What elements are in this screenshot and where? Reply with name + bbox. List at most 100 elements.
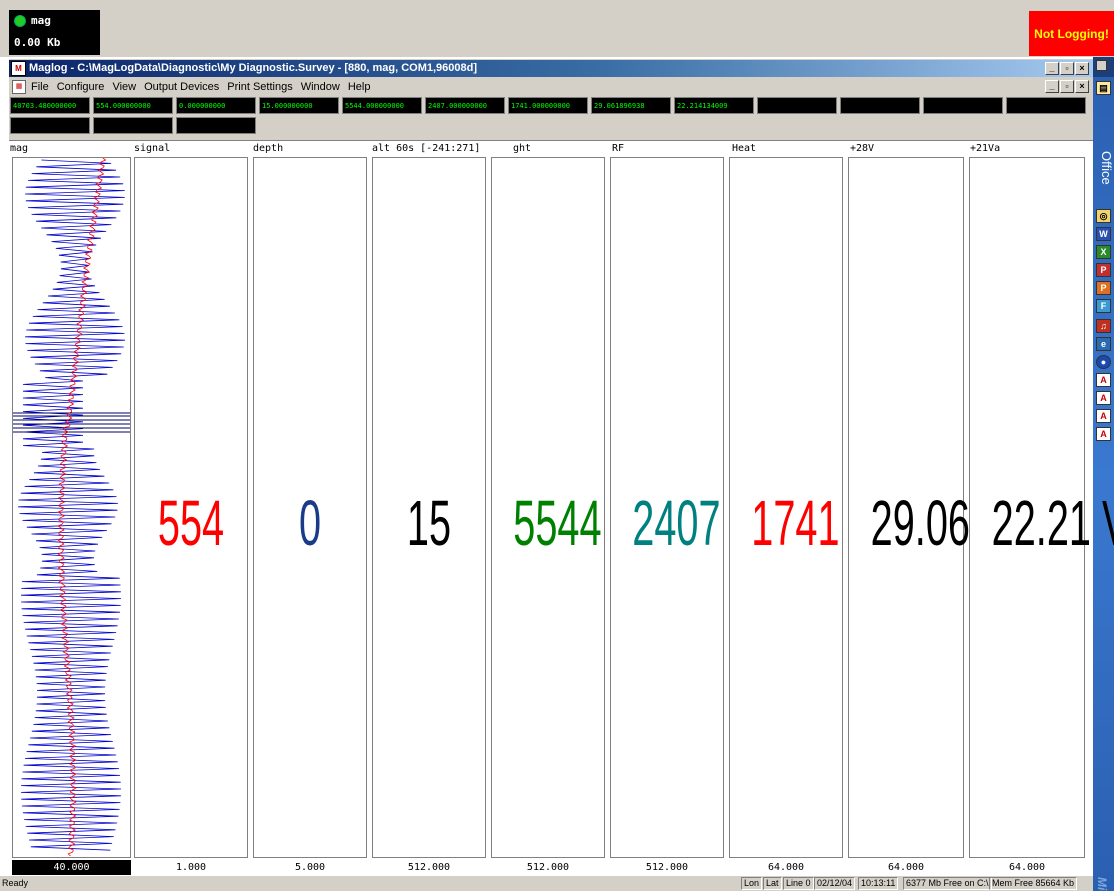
media-icon[interactable]: ♫ <box>1096 319 1111 333</box>
child-minimize-button[interactable]: _ <box>1045 80 1059 93</box>
readout-ght: 5544.000000000 <box>342 97 422 114</box>
chart-area: mag signal depth alt 60s [-241:271] ght … <box>9 140 1114 891</box>
ght-value: 5544 <box>513 487 602 559</box>
readout-empty <box>10 117 90 134</box>
rf-value: 2407 <box>632 487 721 559</box>
status-lat: Lat <box>763 877 782 890</box>
globe-icon[interactable]: ● <box>1096 355 1111 369</box>
track-label-heat: Heat <box>732 143 757 154</box>
alt-value: 15 <box>406 487 452 559</box>
window-title: Maglog - C:\MagLogData\Diagnostic\My Dia… <box>29 62 478 74</box>
signal-panel: 554 <box>134 157 248 858</box>
powerpoint-icon[interactable]: P <box>1096 263 1111 277</box>
acrobat-icon[interactable]: A <box>1096 373 1111 387</box>
ght-panel: 5544 <box>491 157 605 858</box>
status-mem-free: Mem Free 85664 Kb <box>989 877 1078 890</box>
track-label-ght: ght <box>513 143 532 154</box>
mag-scale: 40.000 <box>12 860 131 875</box>
minimize-button[interactable]: _ <box>1045 62 1059 75</box>
readout-28v: 29.061896938 <box>591 97 671 114</box>
depth-scale: 5.000 <box>294 862 326 873</box>
menu-output-devices[interactable]: Output Devices <box>144 81 219 93</box>
screen: mag 0.00 Kb Not Logging! ▤ Office ◎ W X … <box>0 0 1114 891</box>
frontpage-icon[interactable]: F <box>1096 299 1111 313</box>
menu-print-settings[interactable]: Print Settings <box>227 81 292 93</box>
outlook-icon[interactable]: ◎ <box>1096 209 1111 223</box>
logger-led-icon <box>14 15 26 27</box>
ght-scale: 512.000 <box>526 862 570 873</box>
document-icon[interactable]: ▦ <box>12 80 26 94</box>
acrobat-icon[interactable]: A <box>1096 427 1111 441</box>
close-button[interactable]: × <box>1075 62 1089 75</box>
logger-status-panel[interactable]: mag 0.00 Kb <box>9 10 100 55</box>
publisher-icon[interactable]: P <box>1096 281 1111 295</box>
readout-empty <box>176 117 256 134</box>
readout-heat: 1741.000000000 <box>508 97 588 114</box>
v28-value: 29.06 V <box>870 487 1008 559</box>
readout-empty <box>93 117 173 134</box>
child-close-button[interactable]: × <box>1075 80 1089 93</box>
top-strip: mag 0.00 Kb Not Logging! <box>0 0 1114 57</box>
logging-status-button[interactable]: Not Logging! <box>1029 11 1114 56</box>
child-maximize-button[interactable]: ▫ <box>1060 80 1074 93</box>
rf-scale: 512.000 <box>645 862 689 873</box>
rf-panel: 2407 <box>610 157 724 858</box>
readout-21va: 22.214134009 <box>674 97 754 114</box>
menu-view[interactable]: View <box>112 81 136 93</box>
track-label-mag: mag <box>10 143 29 154</box>
mag-trace-panel <box>12 157 131 858</box>
status-lon: Lon <box>741 877 763 890</box>
office-label: Office <box>1099 151 1114 185</box>
readout-signal: 554.000000000 <box>93 97 173 114</box>
status-time: 10:13:11 <box>858 877 899 890</box>
office-folder-icon[interactable]: ▤ <box>1096 81 1111 95</box>
acrobat-icon[interactable]: A <box>1096 409 1111 423</box>
readout-depth: 0.000000000 <box>176 97 256 114</box>
readout-rf: 2407.000000000 <box>425 97 505 114</box>
readout-empty <box>757 97 837 114</box>
status-date: 02/12/04 <box>814 877 856 890</box>
v21-panel: 22.21 V <box>969 157 1114 858</box>
track-label-depth: depth <box>253 143 284 154</box>
track-label-rf: RF <box>612 143 625 154</box>
heat-panel: 1741 <box>729 157 843 858</box>
menu-help[interactable]: Help <box>348 81 371 93</box>
maglog-window: M Maglog - C:\MagLogData\Diagnostic\My D… <box>9 59 1114 891</box>
menu-bar: ▦ File Configure View Output Devices Pri… <box>9 78 1093 96</box>
v28-panel: 29.06 V <box>848 157 1008 858</box>
microsoft-label: Microsoft <box>1095 877 1109 891</box>
alt-scale: 512.000 <box>407 862 451 873</box>
menu-window[interactable]: Window <box>301 81 340 93</box>
maximize-button[interactable]: ▫ <box>1060 62 1074 75</box>
track-label-alt: alt 60s [-241:271] <box>372 143 481 154</box>
readout-empty <box>840 97 920 114</box>
menu-file[interactable]: File <box>31 81 49 93</box>
menu-configure[interactable]: Configure <box>57 81 105 93</box>
office-bar-grip[interactable] <box>1093 57 1114 77</box>
track-label-signal: signal <box>134 143 171 154</box>
depth-panel: 0 <box>253 157 367 858</box>
office-shortcut-bar: ▤ Office ◎ W X P P F ♫ e ● A A A A Micro… <box>1093 57 1114 891</box>
logger-name: mag <box>31 14 51 27</box>
mag-trace-plot <box>13 157 130 857</box>
acrobat-icon[interactable]: A <box>1096 391 1111 405</box>
track-label-21va: +21Va <box>970 143 1001 154</box>
excel-icon[interactable]: X <box>1096 245 1111 259</box>
readout-alt: 15.000000000 <box>259 97 339 114</box>
readout-empty <box>923 97 1003 114</box>
heat-scale: 64.000 <box>767 862 805 873</box>
app-icon[interactable]: M <box>11 61 26 76</box>
status-line: Line 0 <box>783 877 814 890</box>
v28-scale: 64.000 <box>887 862 925 873</box>
v21-value: 22.21 V <box>991 487 1114 559</box>
window-titlebar[interactable]: M Maglog - C:\MagLogData\Diagnostic\My D… <box>9 60 1093 77</box>
v21-scale: 64.000 <box>1008 862 1046 873</box>
office-bar-menu-icon[interactable] <box>1096 60 1107 71</box>
signal-scale: 1.000 <box>175 862 207 873</box>
readout-strip: 40703.480000000 554.000000000 0.00000000… <box>9 96 1093 136</box>
browser-icon[interactable]: e <box>1096 337 1111 351</box>
word-icon[interactable]: W <box>1096 227 1111 241</box>
readout-empty <box>1006 97 1086 114</box>
mag-trace-blue-line <box>18 159 126 851</box>
depth-value: 0 <box>298 487 322 559</box>
